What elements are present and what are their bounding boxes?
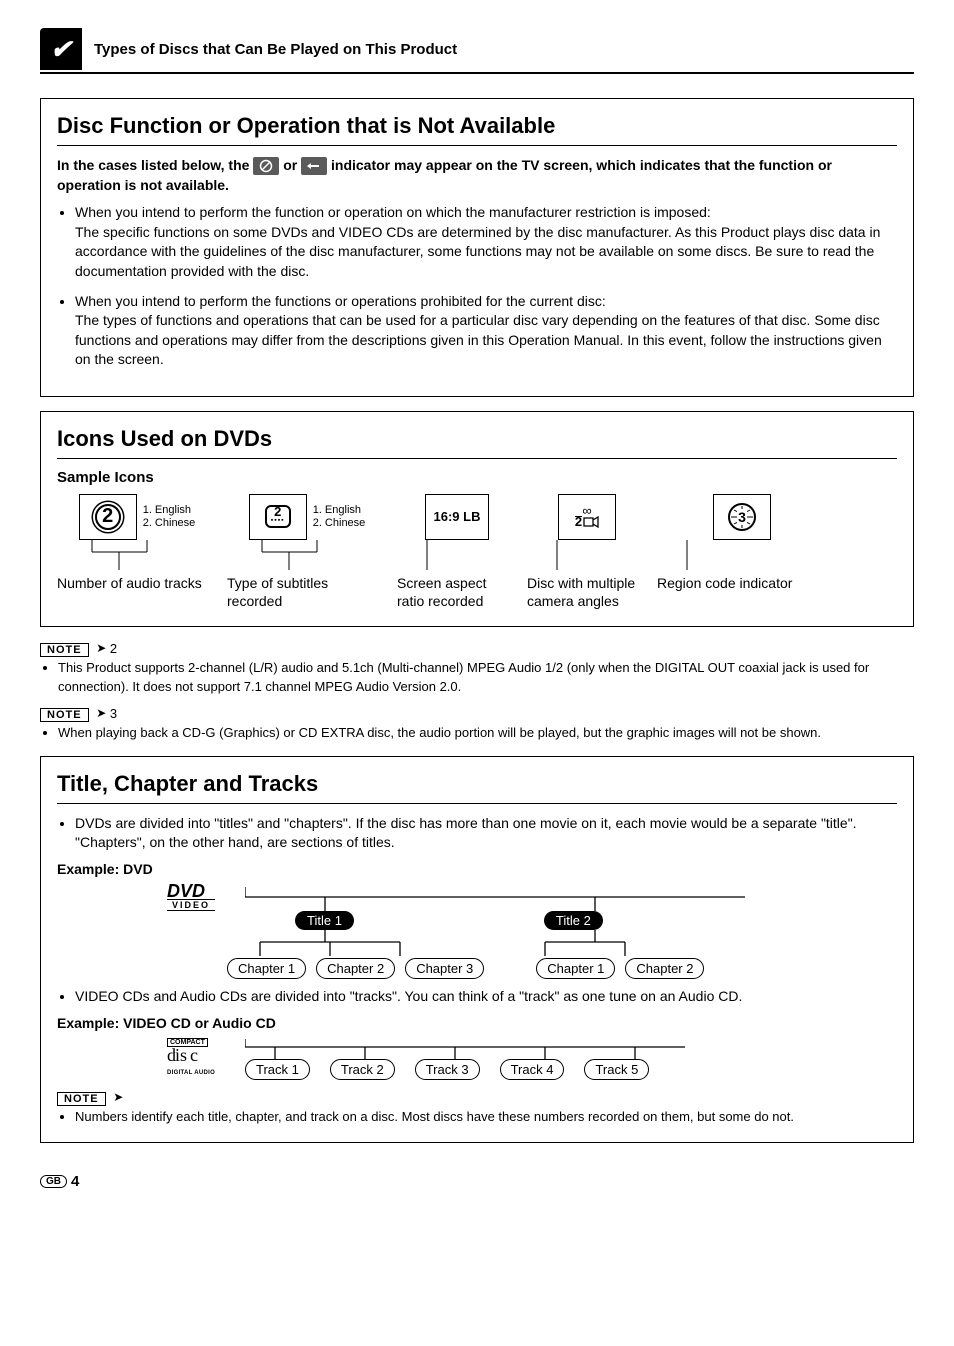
track-pill: Track 2	[330, 1059, 395, 1080]
icon-aspect: 16:9 LB Screen aspect ratio recorded	[397, 494, 517, 610]
svg-text:s: s	[180, 1046, 187, 1064]
example-dvd-label: Example: DVD	[57, 861, 897, 877]
aspect-caption: Screen aspect ratio recorded	[397, 574, 517, 610]
cd-logo: COMPACT disc DIGITAL AUDIO	[167, 1037, 237, 1076]
audio-langs: 1. English 2. Chinese	[143, 504, 196, 530]
note-3-row: NOTE ➤ 3	[40, 706, 914, 722]
camera-num: 2	[575, 516, 582, 527]
camera-icon: ∞ 2	[575, 506, 599, 528]
bullet-item: When you intend to perform the function …	[75, 203, 897, 281]
section-title-chapter: Title, Chapter and Tracks DVDs are divid…	[40, 756, 914, 1143]
chapter-pill: Chapter 1	[536, 958, 615, 979]
section1-bullets: When you intend to perform the function …	[57, 203, 897, 370]
note-label: NOTE	[40, 708, 89, 722]
audio-tracks-icon: 2	[79, 494, 137, 540]
note-final-row: NOTE ➤	[57, 1090, 897, 1106]
note-label: NOTE	[57, 1092, 106, 1106]
bullet-item: When you intend to perform the functions…	[75, 292, 897, 370]
page-header: ✔ Types of Discs that Can Be Played on T…	[40, 28, 914, 74]
bullet-body: The types of functions and operations th…	[75, 311, 897, 370]
camera-angles-icon: ∞ 2	[558, 494, 616, 540]
disc-check-icon: ✔	[40, 28, 82, 70]
arrow-icon: ➤	[96, 706, 106, 720]
track-pill: Track 1	[245, 1059, 310, 1080]
icon-subtitles: 2 ▪▪▪▪ 1. English 2. Chinese Type of sub…	[227, 494, 387, 610]
section-disc-function: Disc Function or Operation that is Not A…	[40, 98, 914, 397]
camera-caption: Disc with multiple camera angles	[527, 574, 647, 610]
note-number: 3	[110, 706, 117, 721]
bullet-body: The specific functions on some DVDs and …	[75, 223, 897, 282]
icon-camera: ∞ 2 Disc with multiple camera angles	[527, 494, 647, 610]
section3-bullet1: DVDs are divided into "titles" and "chap…	[75, 814, 897, 853]
example-cd-label: Example: VIDEO CD or Audio CD	[57, 1015, 897, 1031]
chapter-pill: Chapter 2	[625, 958, 704, 979]
dvd-logo: DVD VIDEO	[167, 883, 237, 911]
note-3-list: When playing back a CD-G (Graphics) or C…	[40, 724, 914, 742]
tree-connector	[245, 930, 745, 958]
intro-mid: or	[283, 157, 301, 173]
region-badge: GB	[40, 1175, 67, 1188]
sample-icons-row: 2 1. English 2. Chinese Number of audio …	[57, 494, 897, 610]
note-2-text: This Product supports 2-channel (L/R) au…	[58, 659, 914, 695]
section3-bullet2: VIDEO CDs and Audio CDs are divided into…	[75, 987, 897, 1007]
section1-intro: In the cases listed below, the or indica…	[57, 156, 897, 195]
page-header-title: Types of Discs that Can Be Played on Thi…	[94, 41, 457, 58]
bullet-lead: When you intend to perform the functions…	[75, 293, 606, 309]
hand-icon	[301, 157, 327, 175]
svg-text:c: c	[190, 1046, 198, 1064]
region-code-icon: 3	[713, 494, 771, 540]
dvd-logo-bottom: VIDEO	[167, 899, 215, 911]
speaker-count-icon: 2	[95, 504, 121, 530]
track-pill: Track 5	[584, 1059, 649, 1080]
icon-audio-tracks: 2 1. English 2. Chinese Number of audio …	[57, 494, 217, 592]
title-pill: Title 2	[544, 911, 603, 930]
note-2-row: NOTE ➤ 2	[40, 641, 914, 657]
prohibit-icon	[253, 157, 279, 175]
dvd-logo-top: DVD	[167, 881, 205, 901]
note-final-list: Numbers identify each title, chapter, an…	[57, 1108, 897, 1126]
globe-icon: 3	[728, 503, 756, 531]
note-3-text: When playing back a CD-G (Graphics) or C…	[58, 724, 914, 742]
intro-pre: In the cases listed below, the	[57, 157, 253, 173]
icon-region: 3 Region code indicator	[657, 494, 827, 592]
arrow-icon: ➤	[113, 1090, 123, 1104]
aspect-ratio-icon: 16:9 LB	[425, 494, 490, 540]
chapter-pill: Chapter 2	[316, 958, 395, 979]
track-pill: Track 3	[415, 1059, 480, 1080]
section3-bullets: DVDs are divided into "titles" and "chap…	[57, 814, 897, 853]
section1-heading: Disc Function or Operation that is Not A…	[57, 113, 897, 146]
title-pill: Title 1	[295, 911, 354, 930]
audio-tracks-caption: Number of audio tracks	[57, 574, 202, 592]
tree-connector	[245, 1037, 705, 1059]
page-footer: GB 4	[40, 1173, 914, 1190]
chapter-pill: Chapter 3	[405, 958, 484, 979]
sample-icons-label: Sample Icons	[57, 469, 897, 486]
region-caption: Region code indicator	[657, 574, 792, 592]
note-label: NOTE	[40, 643, 89, 657]
cd-logo-bottom: DIGITAL AUDIO	[167, 1070, 215, 1076]
dvd-diagram: DVD VIDEO Title 1 Title 2 Chapter 1 Ch	[167, 883, 897, 979]
note-2-list: This Product supports 2-channel (L/R) au…	[40, 659, 914, 695]
region-num: 3	[737, 509, 747, 525]
bullet-lead: When you intend to perform the function …	[75, 204, 711, 220]
tree-connector	[245, 883, 745, 911]
arrow-icon: ➤	[96, 641, 106, 655]
page-number: 4	[71, 1173, 79, 1190]
cd-logo-mid: disc	[167, 1046, 237, 1067]
section3-heading: Title, Chapter and Tracks	[57, 771, 897, 804]
cd-diagram: COMPACT disc DIGITAL AUDIO Track 1 Track…	[167, 1037, 897, 1080]
subtitle-langs: 1. English 2. Chinese	[313, 504, 366, 530]
section-icons: Icons Used on DVDs Sample Icons 2 1. Eng…	[40, 411, 914, 627]
section2-heading: Icons Used on DVDs	[57, 426, 897, 459]
track-pill: Track 4	[500, 1059, 565, 1080]
aspect-text: 16:9 LB	[434, 509, 481, 524]
note-final-text: Numbers identify each title, chapter, an…	[75, 1108, 897, 1126]
subtitles-icon: 2 ▪▪▪▪	[249, 494, 307, 540]
subtitles-caption: Type of subtitles recorded	[227, 574, 387, 610]
chapter-pill: Chapter 1	[227, 958, 306, 979]
subtitle-count-icon: 2 ▪▪▪▪	[265, 505, 291, 528]
note-number: 2	[110, 641, 117, 656]
section3-bullets-2: VIDEO CDs and Audio CDs are divided into…	[57, 987, 897, 1007]
